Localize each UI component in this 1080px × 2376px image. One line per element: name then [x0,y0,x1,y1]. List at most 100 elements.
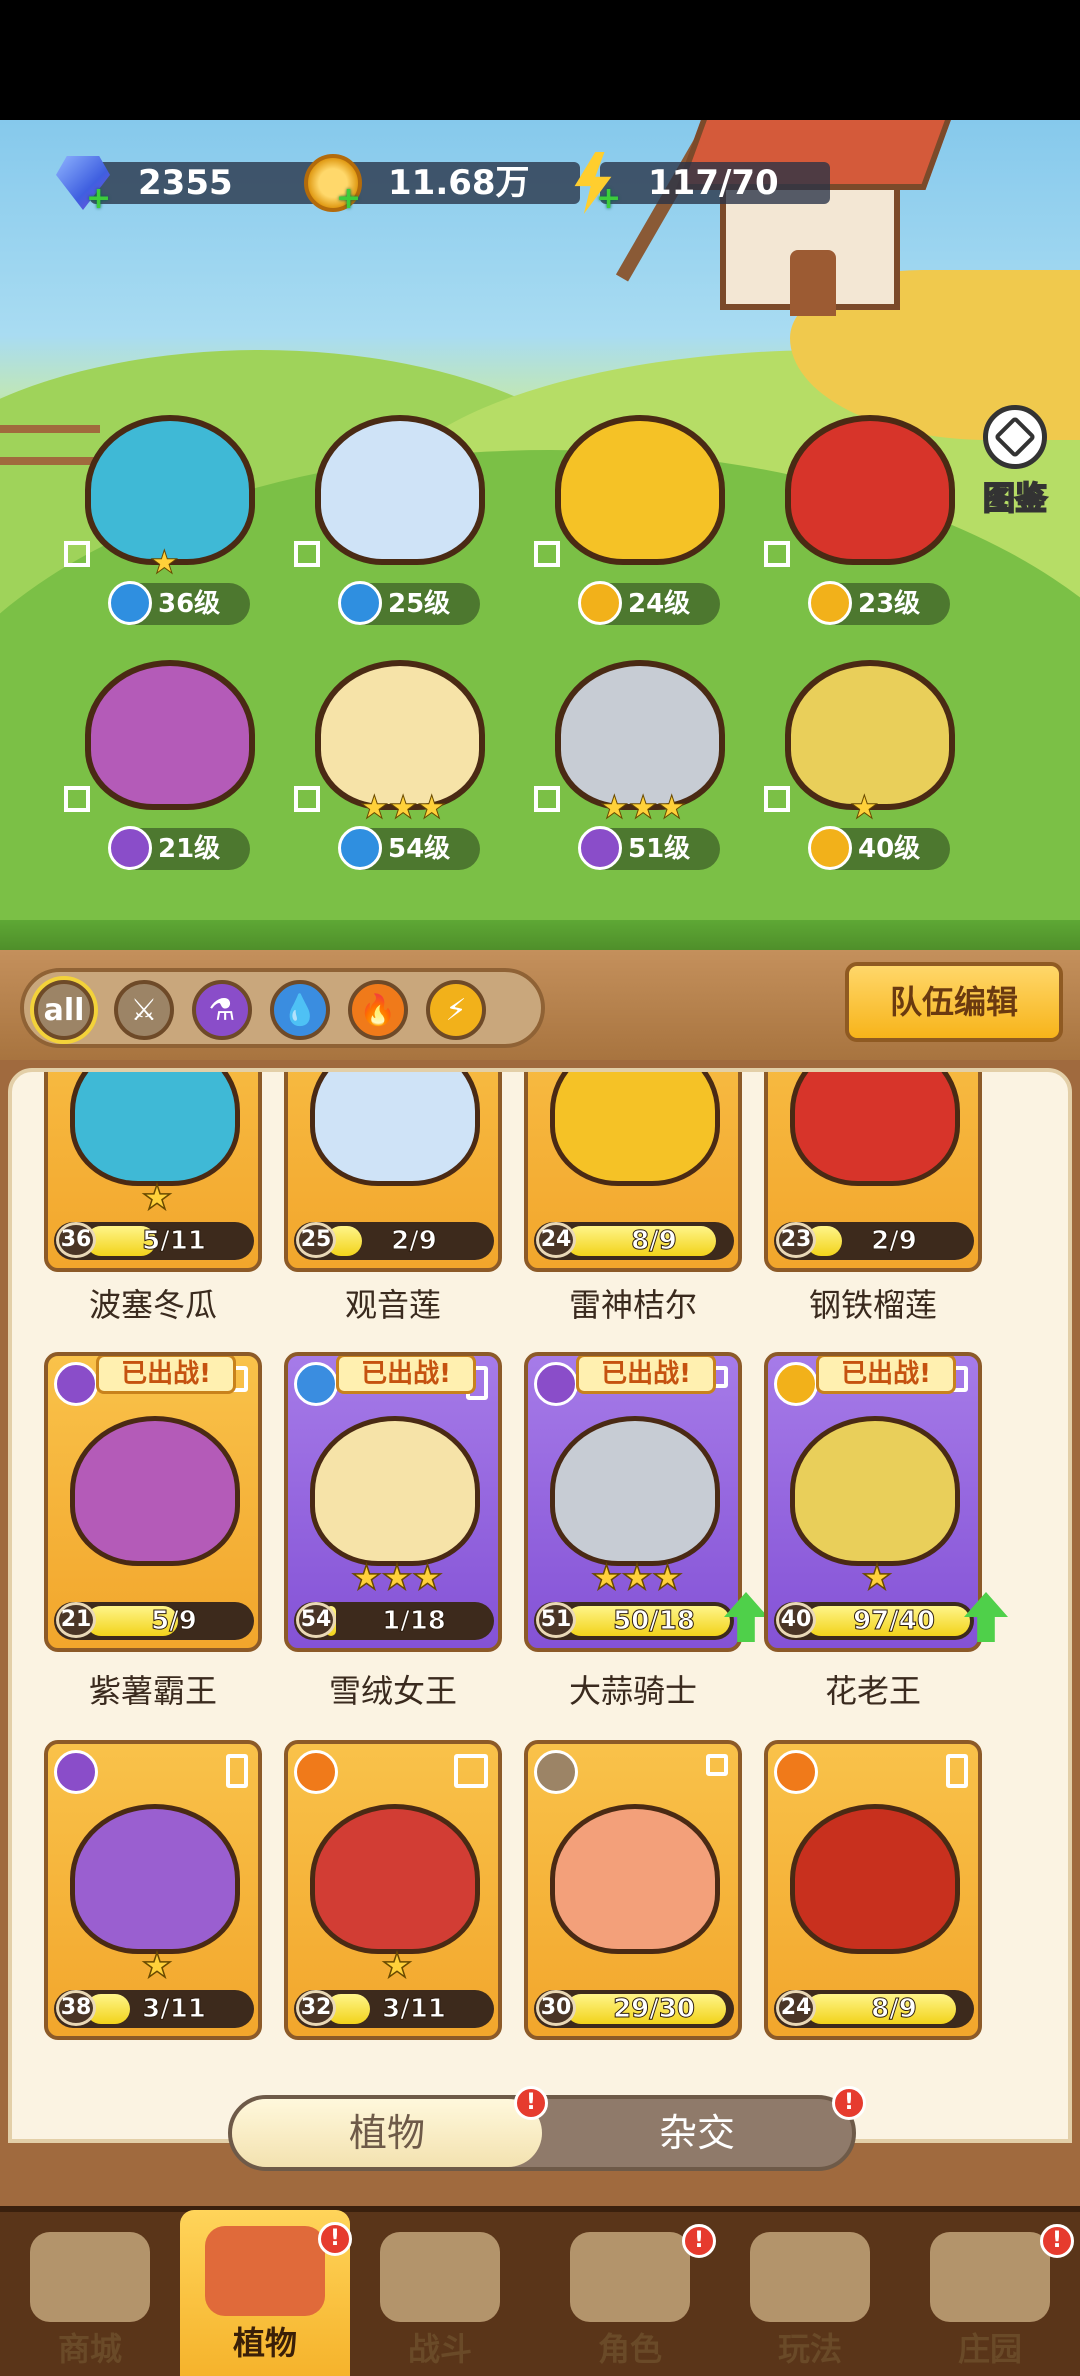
shard-count: 8/9 [631,1226,678,1257]
size-grid-icon [946,1754,968,1788]
size-grid-icon [764,541,790,567]
team-slot[interactable]: ★★★ 54级 [294,660,500,870]
filter-lightning-icon[interactable]: ⚡ [426,980,486,1040]
lightning-icon [808,581,852,625]
grass-edge [0,920,1080,950]
lightning-icon [774,1362,818,1406]
water-icon [108,581,152,625]
shard-count: 3/11 [142,1994,207,2025]
filter-fire-icon[interactable]: 🔥 [348,980,408,1040]
card-level: 32 [296,1990,336,2026]
plant-portrait [790,1072,960,1186]
plant-card[interactable]: 2/9 25 [284,1072,502,1272]
team-slot[interactable]: 24级 [534,415,740,625]
size-grid-icon [64,541,90,567]
tab-hybrid[interactable]: 杂交 [542,2099,852,2167]
plant-name: 雷神桔尔 [568,1286,697,1324]
card-level: 24 [776,1990,816,2026]
card-level: 25 [296,1222,336,1258]
element-filter-bar: all ⚔ ⚗ 💧 🔥 ⚡ [20,968,545,1048]
team-slot[interactable]: 25级 [294,415,500,625]
card-level: 30 [536,1990,576,2026]
add-gems-icon[interactable]: + [86,184,112,214]
plant-card[interactable]: ★ 3/11 32 [284,1740,502,2040]
plant-portrait [550,1804,720,1954]
shard-count: 5/9 [151,1606,198,1637]
fire-icon [774,1750,818,1794]
shard-count: 2/9 [871,1226,918,1257]
deployed-badge: 已出战! [816,1356,956,1394]
plant-name: 大蒜骑士 [568,1672,697,1710]
team-slot[interactable]: ★ 36级 [64,415,270,625]
filter-sword-icon[interactable]: ⚔ [114,980,174,1040]
nav-battle[interactable]: 战斗 [355,2232,525,2376]
plant-card[interactable]: ★ 3/11 38 [44,1740,262,2040]
book-icon [983,405,1047,469]
plant-name: 花老王 [824,1672,921,1710]
fire-icon [294,1750,338,1794]
team-edit-button[interactable]: 队伍编辑 [845,962,1063,1042]
water-icon [338,826,382,870]
nav-label: 庄园 [957,2330,1022,2368]
filter-all-button[interactable]: all [34,980,94,1040]
team-slot[interactable]: 23级 [764,415,970,625]
nav-label: 战斗 [407,2330,472,2368]
poison-icon [534,1362,578,1406]
plant-card[interactable]: 已出战! ★ 97/40 40 [764,1352,982,1652]
nav-play[interactable]: 玩法 [725,2232,895,2376]
energy-amount: 117/70 [600,162,830,204]
team-slot[interactable]: ★ 40级 [764,660,970,870]
plant-card[interactable]: 29/30 30 [524,1740,742,2040]
card-level: 23 [776,1222,816,1258]
plant-card[interactable]: 已出战! ★★★ 50/18 51 [524,1352,742,1652]
three-stars-icon: ★★★ [599,788,687,827]
nav-label: 角色 [597,2330,662,2368]
team-slot[interactable]: ★★★ 51级 [534,660,740,870]
card-level: 40 [776,1602,816,1638]
manor-icon [930,2232,1050,2322]
pedia-label: 图鉴 [982,478,1048,518]
poison-icon [54,1750,98,1794]
shard-count: 2/9 [391,1226,438,1257]
tab-plants[interactable]: 植物 [232,2099,542,2167]
star-icon: ★ [861,1557,893,1599]
poison-icon [108,826,152,870]
size-grid-icon [294,786,320,812]
filter-toolbar: all ⚔ ⚗ 💧 🔥 ⚡ 队伍编辑 [0,950,1080,1060]
plant-card[interactable]: 8/9 24 [524,1072,742,1272]
water-icon [294,1362,338,1406]
plant-card[interactable]: 8/9 24 [764,1740,982,2040]
plant-card[interactable]: 2/9 23 [764,1072,982,1272]
plant-card[interactable]: 已出战! 5/9 21 [44,1352,262,1652]
card-level: 21 [56,1602,96,1638]
size-grid-icon [706,1754,728,1776]
shard-count: 29/30 [613,1994,696,2025]
three-stars-icon: ★★★ [351,1557,444,1599]
team-slot[interactable]: 21级 [64,660,270,870]
card-level: 54 [296,1602,336,1638]
three-stars-icon: ★★★ [359,788,447,827]
plant-portrait [790,1416,960,1566]
card-level: 24 [536,1222,576,1258]
lightning-icon [808,826,852,870]
plant-portrait [70,1072,240,1186]
add-coins-icon[interactable]: + [336,184,362,214]
shard-count: 1/18 [382,1606,447,1637]
plant-card[interactable]: 已出战! ★★★ 1/18 54 [284,1352,502,1652]
filter-poison-icon[interactable]: ⚗ [192,980,252,1040]
plant-card[interactable]: ★ 5/11 36 [44,1072,262,1272]
alert-icon: ! [682,2224,716,2258]
plant-portrait [555,415,725,565]
size-grid-icon [64,786,90,812]
plant-portrait [70,1804,240,1954]
filter-water-icon[interactable]: 💧 [270,980,330,1040]
add-energy-icon[interactable]: + [596,184,622,214]
deployed-badge: 已出战! [576,1356,716,1394]
nav-shop[interactable]: 商城 [5,2232,175,2376]
plant-name: 雪绒女王 [328,1672,457,1710]
plant-card-list[interactable]: ★ 5/11 36 波塞冬瓜 2/9 25 观音莲 8/9 24 雷神桔尔 2/… [8,1068,1072,2143]
star-icon: ★ [850,788,880,827]
pedia-button[interactable]: 图鉴 [975,405,1055,518]
size-grid-icon [534,786,560,812]
water-icon [338,581,382,625]
